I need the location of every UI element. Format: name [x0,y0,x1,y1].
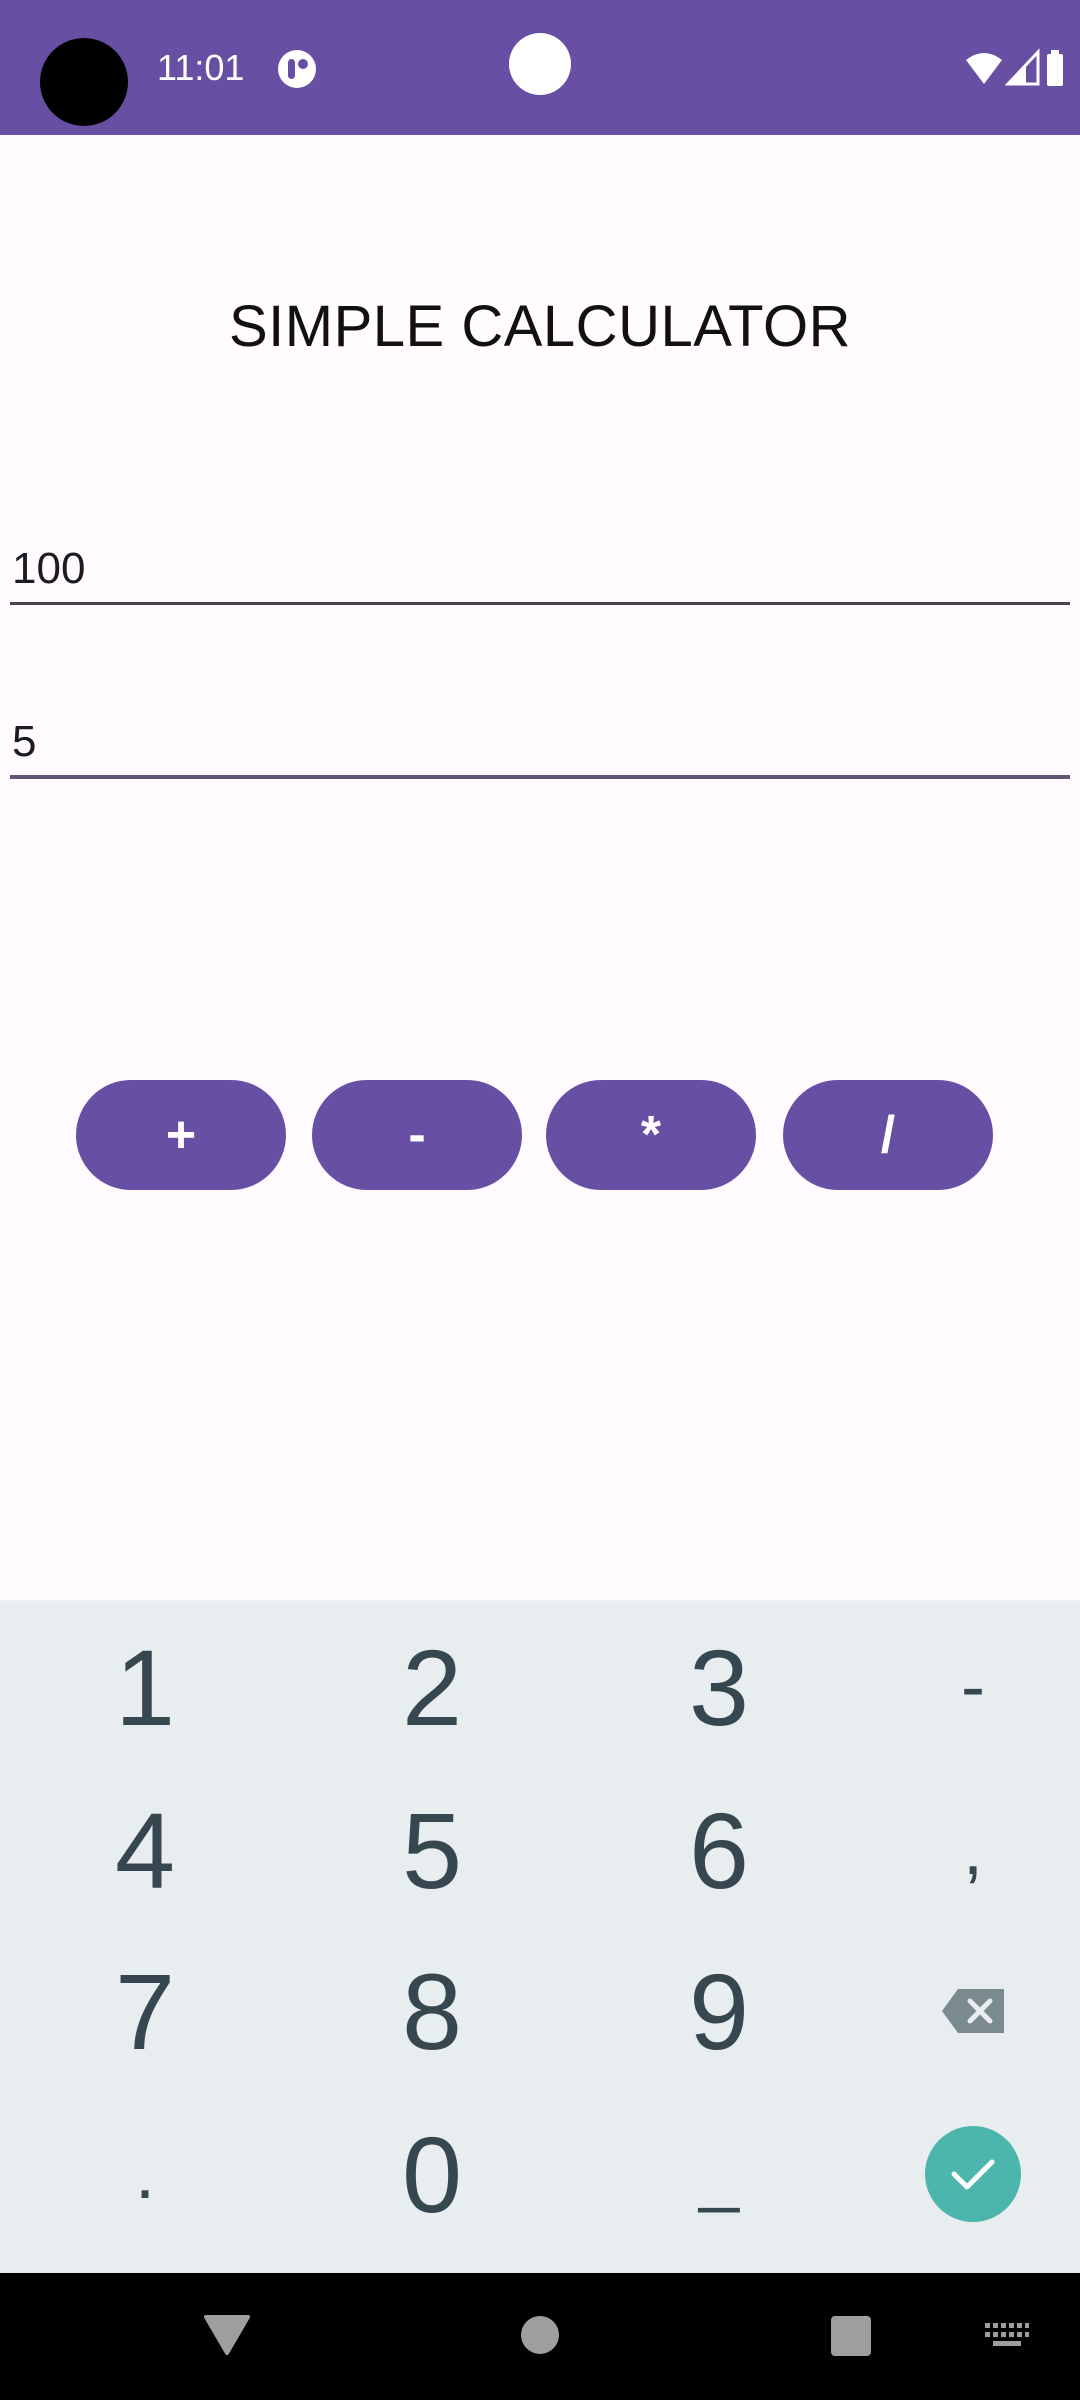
key-done[interactable] [838,2094,1080,2254]
key-5[interactable]: 5 [297,1770,567,1930]
status-time: 11:01 [157,47,245,88]
checkmark-icon [951,2159,995,2190]
subtract-button[interactable]: - [312,1080,522,1190]
wifi-icon [966,53,1002,84]
key-3[interactable]: 3 [584,1607,854,1767]
page-title: SIMPLE CALCULATOR [229,294,851,359]
key-comma[interactable]: , [838,1770,1080,1930]
navigation-bar [0,2273,1080,2400]
key-6[interactable]: 6 [584,1770,854,1930]
status-center-dot [509,33,571,95]
key-space[interactable]: _ [584,2094,854,2254]
battery-icon [1047,50,1063,86]
keyboard-switch-icon[interactable] [985,2323,1029,2349]
key-4[interactable]: 4 [10,1770,280,1930]
key-7[interactable]: 7 [10,1931,280,2091]
divide-button[interactable]: / [783,1080,993,1190]
numeric-keyboard: 1 2 3 - 4 5 6 , 7 8 9 . 0 _ [0,1600,1080,2277]
key-minus[interactable]: - [838,1607,1080,1767]
key-delete[interactable] [838,1931,1080,2091]
notification-app-icon [278,50,316,88]
cellular-signal-icon [1004,48,1040,86]
add-button[interactable]: + [76,1080,286,1190]
status-icons [964,48,1064,88]
recents-icon[interactable] [831,2316,871,2356]
key-2[interactable]: 2 [297,1607,567,1767]
key-period[interactable]: . [10,2094,280,2254]
backspace-icon [942,1989,1004,2033]
first-number-input[interactable] [10,535,1070,605]
second-number-input[interactable] [10,709,1070,779]
multiply-button[interactable]: * [546,1080,756,1190]
home-icon[interactable] [521,2316,559,2354]
key-1[interactable]: 1 [10,1607,280,1767]
key-8[interactable]: 8 [297,1931,567,2091]
done-button[interactable] [925,2126,1021,2222]
camera-cutout [40,38,128,126]
back-icon[interactable] [204,2313,250,2355]
key-0[interactable]: 0 [297,2094,567,2254]
status-bar: 11:01 [0,0,1080,135]
key-9[interactable]: 9 [584,1931,854,2091]
